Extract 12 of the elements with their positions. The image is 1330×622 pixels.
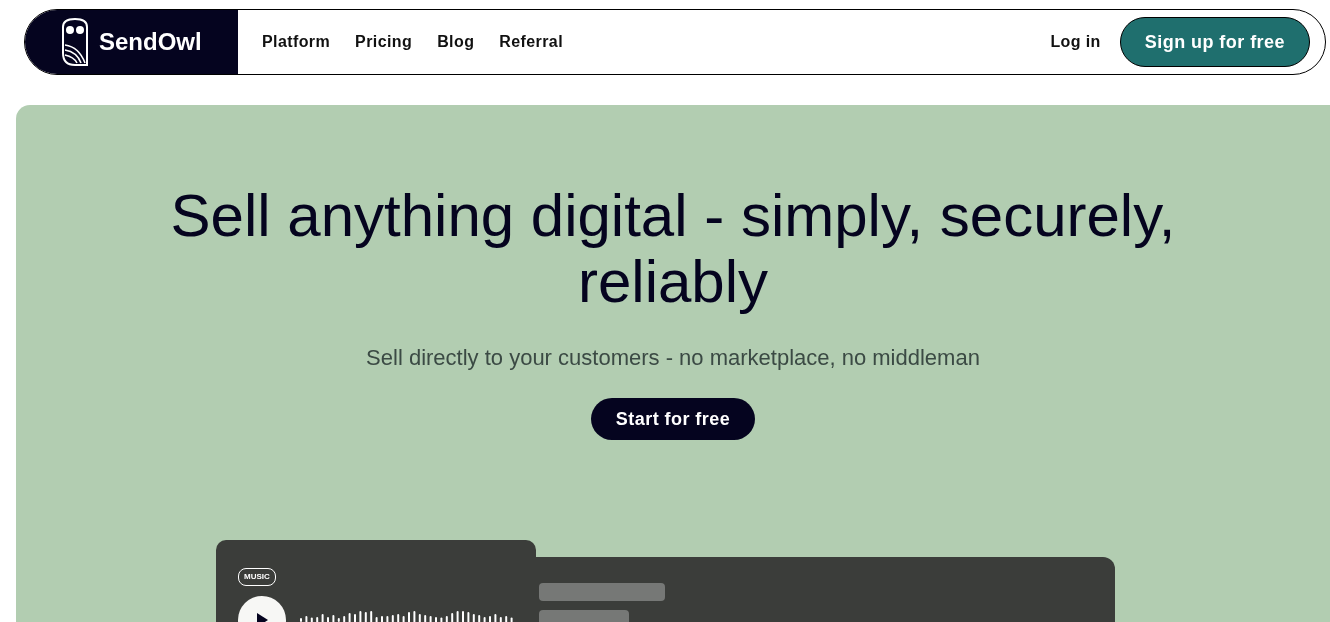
nav-link[interactable]: Referral [499,30,563,54]
signup-button[interactable]: Sign up for free [1119,17,1310,67]
nav-link[interactable]: Platform [262,30,331,54]
logo[interactable]: SendOwl [25,10,238,74]
hero-subtitle: Sell directly to your customers - no marketplace, no middleman [366,344,980,372]
owl-icon [59,17,91,67]
nav-link[interactable]: Pricing [355,30,413,54]
login-link[interactable]: Log in [1050,30,1101,54]
music-tag: MUSIC [238,568,276,587]
start-button[interactable]: Start for free [590,398,756,441]
hero-title: Sell anything digital - simply, securely, reliably [169,183,1177,315]
nav-link[interactable]: Blog [437,30,475,54]
